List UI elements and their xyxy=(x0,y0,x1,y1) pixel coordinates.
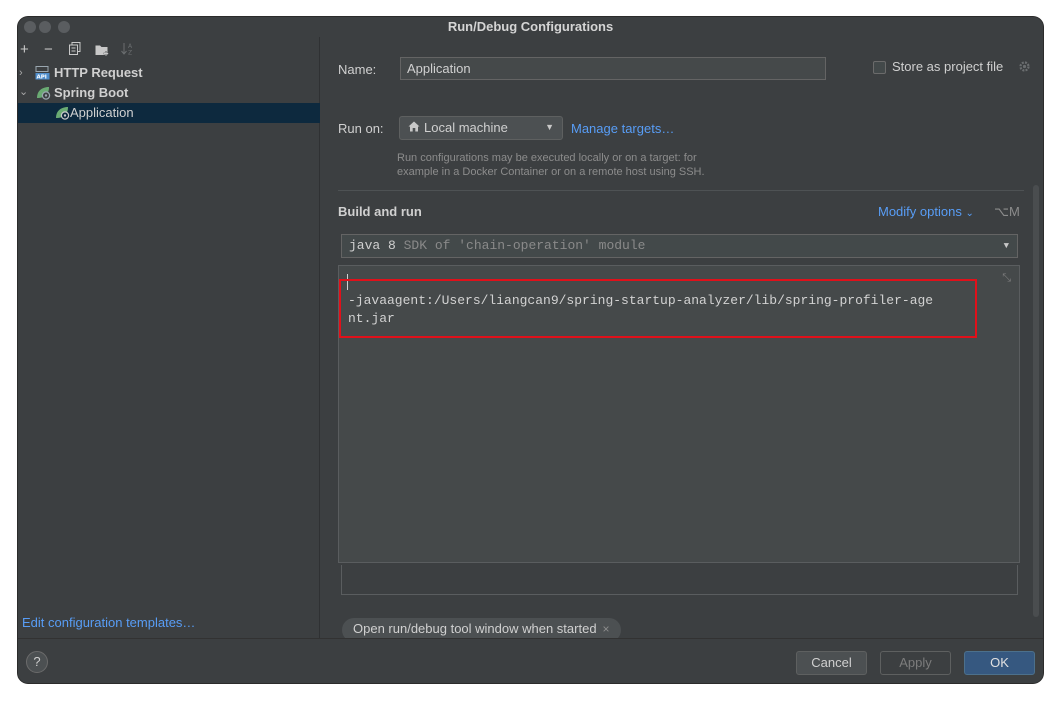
tree-item-http-request[interactable]: › API HTTP Request xyxy=(18,63,320,83)
manage-targets-link[interactable]: Manage targets… xyxy=(571,121,674,136)
dropdown-arrow-icon: ▼ xyxy=(1003,241,1009,251)
tree-toolbar: + − AZ xyxy=(18,39,218,61)
svg-text:API: API xyxy=(37,75,47,80)
ok-button[interactable]: OK xyxy=(964,651,1035,675)
remove-icon[interactable]: − xyxy=(44,41,53,59)
modify-options-shortcut: ⌥M xyxy=(994,204,1020,219)
option-chip-label: Open run/debug tool window when started xyxy=(353,621,597,636)
dialog-button-bar: ? Cancel Apply OK xyxy=(18,638,1043,683)
sort-icon[interactable]: AZ xyxy=(121,42,135,60)
run-on-select[interactable]: Local machine ▼ xyxy=(399,116,563,140)
help-line: example in a Docker Container or on a re… xyxy=(397,166,705,178)
help-button[interactable]: ? xyxy=(26,651,48,673)
name-label: Name: xyxy=(338,62,377,77)
jdk-hint: SDK of 'chain-operation' module xyxy=(403,238,646,253)
title-bar: Run/Debug Configurations xyxy=(18,17,1043,37)
tree-item-label: Application xyxy=(70,105,134,120)
run-debug-dialog: Run/Debug Configurations + − AZ › API HT… xyxy=(18,17,1043,683)
remove-option-icon[interactable]: × xyxy=(603,622,610,636)
run-on-label: Run on: xyxy=(338,121,384,136)
vm-options-editor[interactable]: ⤡ -javaagent:/Users/liangcan9/spring-sta… xyxy=(338,265,1020,563)
api-icon: API xyxy=(35,66,50,81)
folder-add-icon[interactable] xyxy=(95,43,110,61)
run-on-value: Local machine xyxy=(424,120,508,135)
dropdown-arrow-icon: ▼ xyxy=(545,122,554,132)
name-field[interactable] xyxy=(400,57,826,80)
jdk-version: java 8 xyxy=(349,238,396,253)
configuration-tree-panel: + − AZ › API HTTP Request ⌄ Spring Boot … xyxy=(18,37,320,638)
build-and-run-heading: Build and run xyxy=(338,204,422,219)
add-icon[interactable]: + xyxy=(20,41,29,59)
svg-text:Z: Z xyxy=(128,50,132,56)
configuration-editor: Name: Store as project file Run on: Loca… xyxy=(321,37,1043,658)
window-title: Run/Debug Configurations xyxy=(447,19,614,34)
help-line: Run configurations may be executed local… xyxy=(397,152,697,164)
red-highlight-box xyxy=(339,279,977,338)
store-as-project-checkbox[interactable] xyxy=(873,61,886,74)
home-icon xyxy=(408,121,420,135)
chevron-down-icon: ⌄ xyxy=(965,208,974,219)
chevron-right-icon[interactable]: › xyxy=(19,63,23,83)
chevron-down-icon[interactable]: ⌄ xyxy=(19,82,28,102)
copy-icon[interactable] xyxy=(69,42,82,60)
store-as-project-label[interactable]: Store as project file xyxy=(892,59,1003,74)
spring-boot-app-icon xyxy=(54,106,70,120)
run-on-help-text: Run configurations may be executed local… xyxy=(397,151,757,179)
edit-templates-link[interactable]: Edit configuration templates… xyxy=(22,615,195,630)
modify-options-label: Modify options xyxy=(878,204,962,219)
tree-item-application[interactable]: Application xyxy=(18,103,320,123)
tree-item-label: HTTP Request xyxy=(54,65,143,80)
cancel-button[interactable]: Cancel xyxy=(796,651,867,675)
jdk-select[interactable]: java 8 SDK of 'chain-operation' module ▼ xyxy=(341,234,1018,258)
apply-button[interactable]: Apply xyxy=(880,651,951,675)
gear-icon[interactable] xyxy=(1018,60,1032,74)
collapse-icon[interactable]: ⤡ xyxy=(1002,272,1011,285)
modify-options-link[interactable]: Modify options ⌄ xyxy=(878,204,974,219)
divider xyxy=(338,190,1024,191)
scrollbar[interactable] xyxy=(1033,185,1039,617)
tree-item-label: Spring Boot xyxy=(54,85,129,100)
tree-item-spring-boot[interactable]: ⌄ Spring Boot xyxy=(18,83,320,103)
program-arguments-field[interactable] xyxy=(341,565,1018,595)
spring-boot-icon xyxy=(35,86,51,100)
